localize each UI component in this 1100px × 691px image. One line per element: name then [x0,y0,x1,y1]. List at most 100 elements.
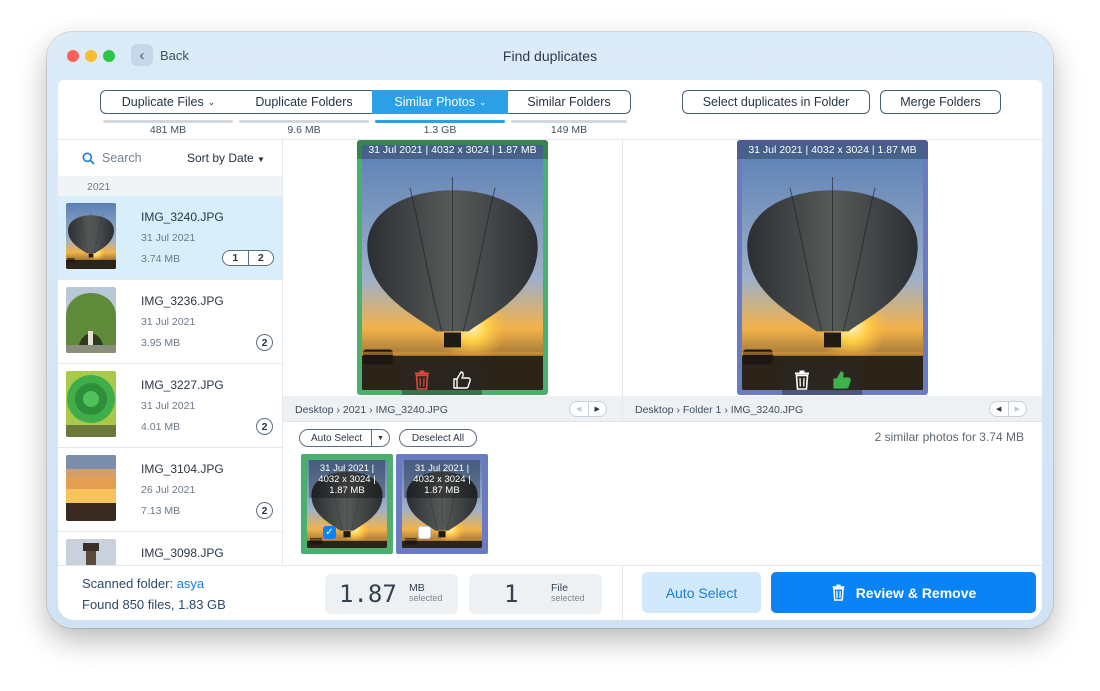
list-item[interactable]: IMG_3236.JPG 31 Jul 2021 3.95 MB 2 [58,280,282,364]
photo-thumbnail [66,287,116,353]
file-size: 3.95 MB [141,337,181,349]
tab-similar-folders[interactable]: Similar Folders [508,90,631,114]
window-title: Find duplicates [502,48,598,64]
tab-similar-photos[interactable]: Similar Photos ⌄ [372,90,509,114]
photo-thumbnail [66,203,116,269]
thumbs-up-icon[interactable] [832,370,852,390]
caret-down-icon: ▼ [371,430,389,446]
file-date: 31 Jul 2021 [141,400,196,412]
select-duplicates-in-folder-button[interactable]: Select duplicates in Folder [682,90,870,114]
path-breadcrumb-left: Desktop › 2021 › IMG_3240.JPG ◀ ▶ [283,396,622,422]
tab-size-bar [511,120,627,123]
search-input[interactable]: Search [102,151,172,165]
search-row: Search Sort by Date ▼ [58,140,282,176]
chevron-down-icon: ⌄ [479,96,487,107]
selected-size-box: 1.87 MB selected [325,574,458,614]
tab-label: Duplicate Folders [255,95,353,109]
file-name: IMG_3104.JPG [141,462,224,476]
tab-label: Duplicate Files [121,95,204,109]
breadcrumb-segment[interactable]: Folder 1 [683,404,722,416]
review-remove-label: Review & Remove [855,584,977,601]
auto-select-button[interactable]: Auto Select [642,572,761,613]
tab-size-bar [103,120,233,123]
group-summary: 2 similar photos for 3.74 MB [874,430,1024,444]
photo-list-sidebar: Search Sort by Date ▼ 2021 IMG_3240.JPG … [58,140,283,565]
selected-count-box: 1 File selected [469,574,602,614]
photo-action-bar [782,365,862,395]
preview-photo-keep[interactable]: 31 Jul 2021 | 4032 x 3024 | 1.87 MB [357,140,548,395]
photo-thumbnail [66,455,116,521]
arrow-right-icon[interactable]: ▶ [587,402,607,416]
tab-size-bar [375,120,505,123]
tab-duplicate-folders[interactable]: Duplicate Folders [236,90,373,114]
caption-line: 31 Jul 2021 | [319,463,375,474]
file-name: IMG_3227.JPG [141,378,224,392]
preview-left-pane: 31 Jul 2021 | 4032 x 3024 | 1.87 MB [283,140,622,396]
tab-size-bar [239,120,369,123]
photo-nav-arrows: ◀ ▶ [569,401,607,417]
caption-line: 4032 x 3024 | [413,474,471,485]
group-photo-thumb[interactable]: 31 Jul 2021 | 4032 x 3024 | 1.87 MB [396,454,488,554]
arrow-left-icon[interactable]: ◀ [990,402,1008,416]
thumb-info-caption: 31 Jul 2021 | 4032 x 3024 | 1.87 MB [404,460,480,498]
file-name: IMG_3240.JPG [141,210,224,224]
breadcrumb-segment[interactable]: IMG_3240.JPG [731,404,803,416]
preview-right-pane: 31 Jul 2021 | 4032 x 3024 | 1.87 MB [623,140,1042,396]
breadcrumb-segment[interactable]: 2021 [343,404,366,416]
caption-line: 1.87 MB [424,485,460,496]
preview-photo-copy[interactable]: 31 Jul 2021 | 4032 x 3024 | 1.87 MB [737,140,928,395]
arrow-left-icon[interactable]: ◀ [570,402,588,416]
list-item[interactable]: IMG_3240.JPG 31 Jul 2021 3.74 MB 1 2 [58,196,282,280]
breadcrumb-segment[interactable]: IMG_3240.JPG [376,404,448,416]
photo-info-caption: 31 Jul 2021 | 4032 x 3024 | 1.87 MB [737,140,928,159]
tab-size-label: 1.3 GB [423,124,457,136]
caret-down-icon: ▼ [257,155,265,164]
scanned-folder-link[interactable]: asya [177,576,204,591]
copy-count-badge: 2 [256,502,273,519]
tab-duplicate-files[interactable]: Duplicate Files ⌄ [100,90,237,114]
badge-value: 1 [223,251,249,265]
arrow-right-icon[interactable]: ▶ [1007,402,1027,416]
review-remove-button[interactable]: Review & Remove [771,572,1036,613]
file-size: 7.13 MB [141,505,181,517]
unselected-checkbox[interactable] [418,526,431,539]
group-controls: Auto Select ▼ Deselect All 2 similar pho… [283,422,1042,452]
auto-select-dropdown[interactable]: Auto Select ▼ [299,429,390,447]
preview-image [742,145,923,390]
selected-count-unit: File [551,582,568,594]
title-bar: ‹ Back Find duplicates [47,32,1053,80]
search-icon [82,152,95,165]
photo-info-caption: 31 Jul 2021 | 4032 x 3024 | 1.87 MB [357,140,548,159]
trash-icon[interactable] [413,370,431,390]
deselect-all-button[interactable]: Deselect All [399,429,477,447]
preview-image [362,145,543,390]
list-item[interactable]: IMG_3227.JPG 31 Jul 2021 4.01 MB 2 [58,364,282,448]
caption-line: 1.87 MB [329,485,365,496]
list-item[interactable]: IMG_3098.JPG [58,532,282,565]
main-content: Duplicate Files ⌄ Duplicate Folders Simi… [58,80,1042,620]
group-photo-thumb[interactable]: 31 Jul 2021 | 4032 x 3024 | 1.87 MB ✓ [301,454,393,554]
selected-checkbox[interactable]: ✓ [323,526,336,539]
thumbs-up-icon[interactable] [452,370,472,390]
trash-icon [832,584,845,601]
breadcrumb-segment[interactable]: Desktop [295,404,334,416]
trash-icon[interactable] [793,370,811,390]
selected-size-unit: MB [409,582,425,594]
breadcrumb-segment[interactable]: Desktop [635,404,674,416]
photo-thumbnail [66,539,116,565]
category-tab-bar: Duplicate Files ⌄ Duplicate Folders Simi… [58,80,1042,140]
photo-thumbnail [66,371,116,437]
list-item[interactable]: IMG_3104.JPG 26 Jul 2021 7.13 MB 2 [58,448,282,532]
selected-size-value: 1.87 [339,580,397,608]
scanned-label: Scanned folder: [82,576,174,591]
photo-action-bar [402,365,482,395]
tab-size-label: 481 MB [149,124,187,136]
sort-dropdown[interactable]: Sort by Date ▼ [187,151,265,165]
tab-size-label: 149 MB [550,124,588,136]
copy-count-badge: 2 [256,334,273,351]
tab-label: Similar Folders [527,95,611,109]
footer-divider [622,566,623,620]
scanned-folder-line: Scanned folder: asya [82,576,204,591]
found-files-summary: Found 850 files, 1.83 GB [82,597,226,612]
merge-folders-button[interactable]: Merge Folders [880,90,1001,114]
